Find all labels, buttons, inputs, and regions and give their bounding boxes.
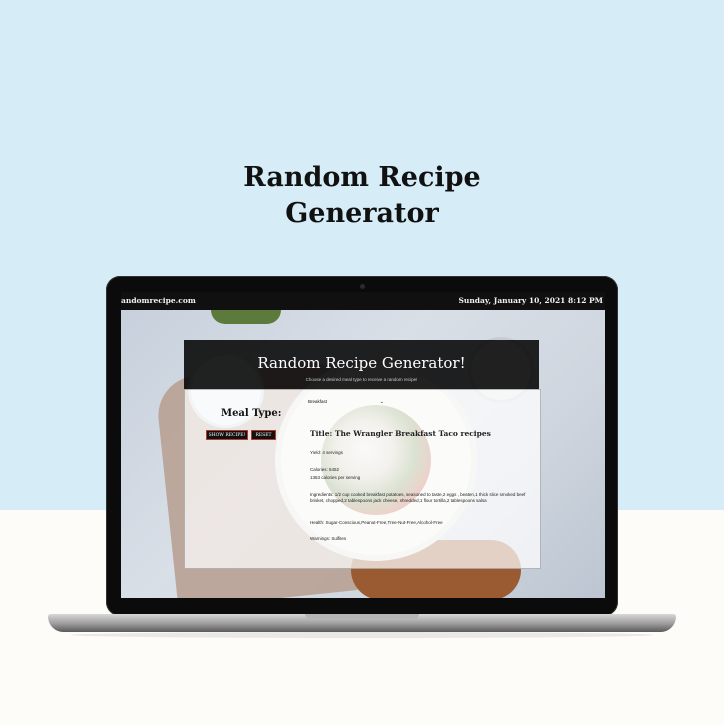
herbs-decoration [211, 310, 281, 324]
camera-icon [360, 284, 365, 289]
recipe-yield: Yield: 4 servings [310, 450, 343, 455]
app-header: Random Recipe Generator! Choose a desire… [184, 340, 539, 389]
recipe-calories-per-serving: 1363 calories per serving [310, 475, 361, 480]
meal-type-select[interactable]: Breakfast ⌄ [308, 398, 384, 406]
recipe-warnings: Warnings: Sulfites [310, 536, 347, 541]
meal-type-select-value: Breakfast [308, 399, 328, 404]
chevron-down-icon: ⌄ [379, 399, 384, 405]
recipe-health: Health: Sugar-Conscious,Peanut-Free,Tree… [310, 520, 443, 525]
site-url[interactable]: andomrecipe.com [121, 296, 196, 305]
recipe-ingredients: Ingredients: 1/2 cup cooked breakfast po… [310, 492, 526, 503]
recipe-title: Title: The Wrangler Breakfast Taco recip… [310, 429, 491, 438]
browser-topbar: andomrecipe.com Sunday, January 10, 2021… [121, 292, 605, 310]
show-recipe-button[interactable]: SHOW RECIPE! [206, 430, 248, 440]
reset-button[interactable]: RESET [251, 430, 276, 440]
recipe-calories: Calories: 5452 [310, 467, 340, 472]
laptop-notch [305, 614, 419, 619]
date-time: Sunday, January 10, 2021 8:12 PM [458, 296, 603, 305]
poster-heading-line1: Random Recipe [243, 162, 481, 193]
poster-heading-line2: Generator [285, 198, 439, 229]
meal-type-label: Meal Type: [221, 408, 282, 419]
app-title: Random Recipe Generator! [257, 354, 466, 372]
app-subtitle: Choose a desired meal type to receive a … [305, 377, 418, 382]
recipe-panel: Meal Type: SHOW RECIPE! RESET Breakfast … [184, 389, 541, 569]
laptop-shadow [70, 632, 654, 638]
food-background-photo: Random Recipe Generator! Choose a desire… [121, 310, 605, 598]
poster-heading: Random Recipe Generator [0, 160, 724, 232]
laptop-screen: andomrecipe.com Sunday, January 10, 2021… [121, 292, 605, 598]
